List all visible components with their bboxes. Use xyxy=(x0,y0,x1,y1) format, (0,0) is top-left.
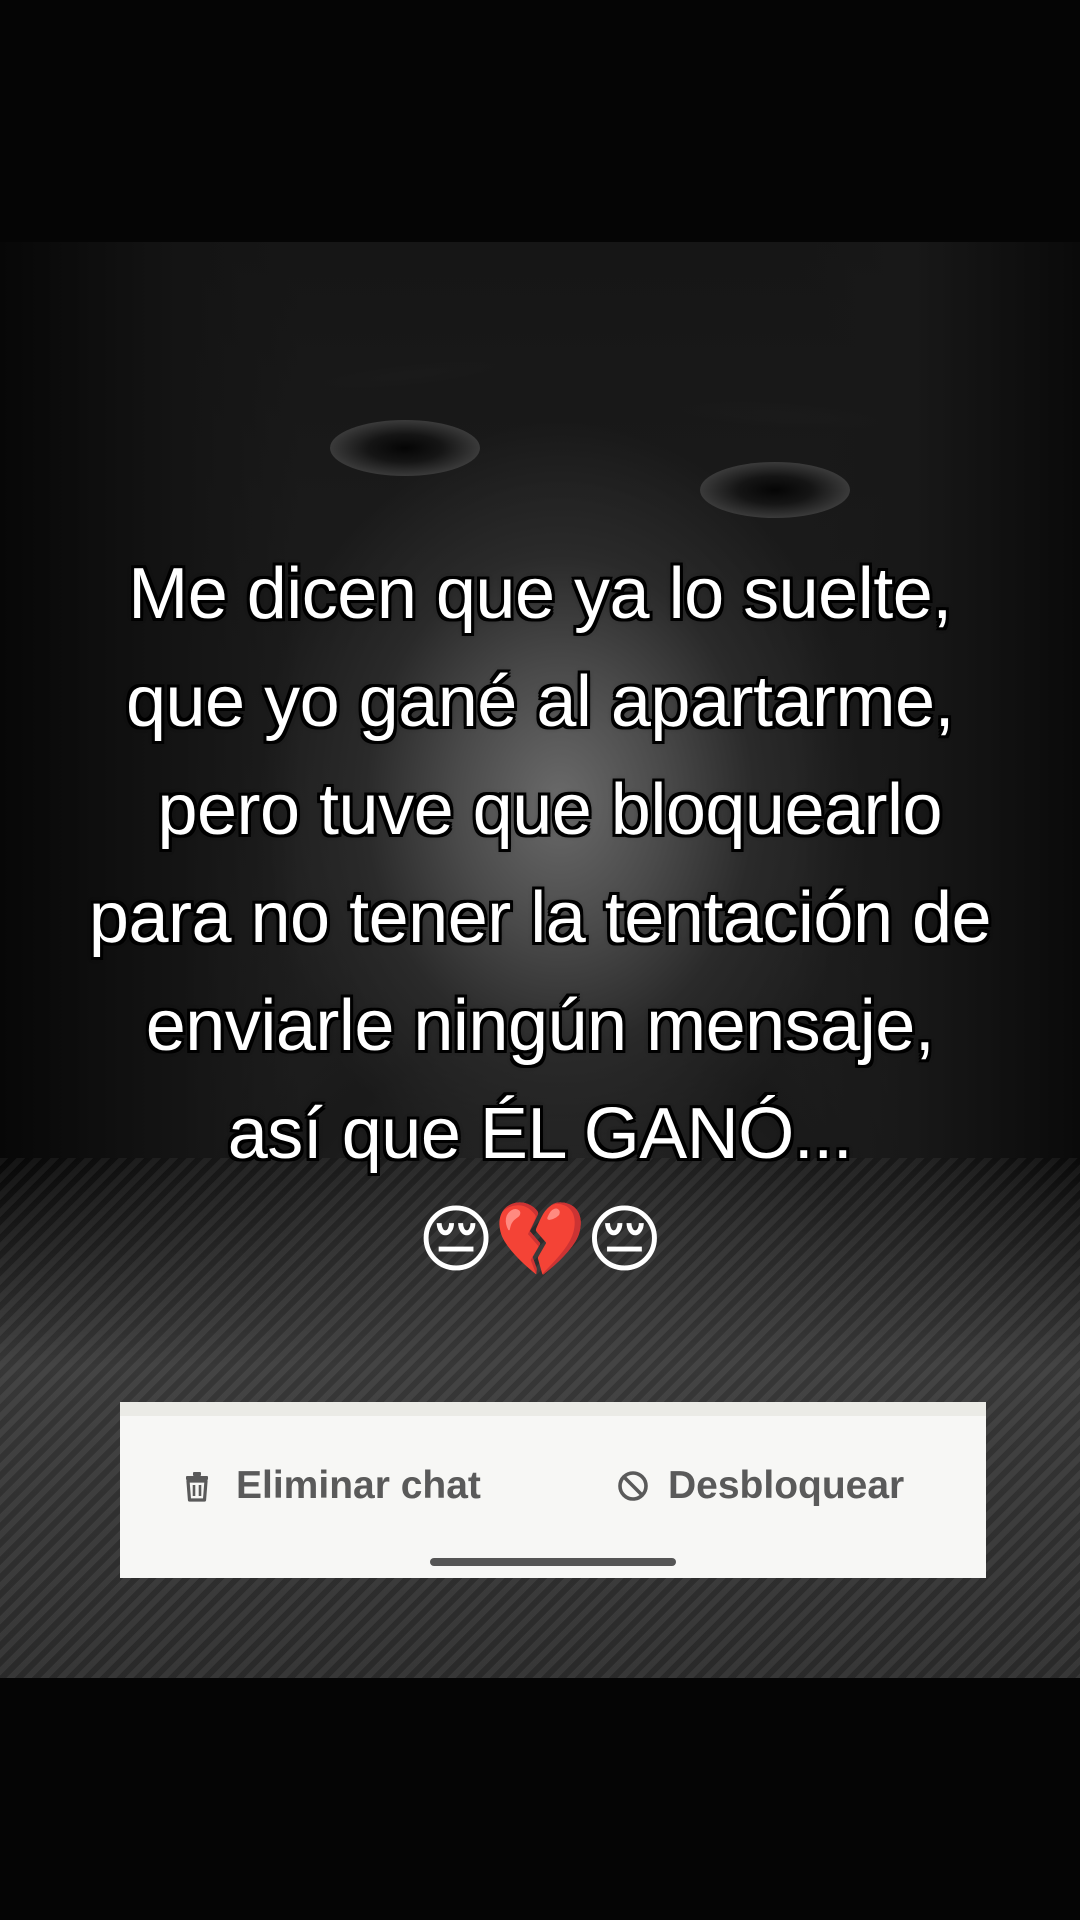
caption-line-2: que yo gané al apartarme, xyxy=(125,662,955,742)
home-indicator[interactable] xyxy=(430,1558,676,1566)
unblock-button[interactable]: Desbloquear xyxy=(616,1456,904,1516)
unblock-label: Desbloquear xyxy=(668,1464,905,1507)
caption-line-5: enviarle ningún mensaje, xyxy=(145,986,935,1066)
caption-line-4: para no tener la tentación de xyxy=(88,878,992,958)
block-icon xyxy=(616,1469,650,1503)
eyebrow-left xyxy=(299,350,521,400)
delete-chat-label: Eliminar chat xyxy=(236,1464,481,1507)
caption-line-6: así que ÉL GANÓ... xyxy=(227,1094,853,1174)
eye-right xyxy=(700,462,850,518)
overlay-caption: Me dicen que ya lo suelte, que yo gané a… xyxy=(0,540,1080,1290)
delete-chat-button[interactable]: Eliminar chat xyxy=(180,1456,481,1516)
blocked-contact-bar: Eliminar chat Desbloquear xyxy=(120,1402,986,1578)
blocked-actions: Eliminar chat Desbloquear xyxy=(120,1456,986,1516)
caption-line-1: Me dicen que ya lo suelte, xyxy=(128,554,952,634)
trash-icon xyxy=(180,1469,214,1503)
caption-line-3: pero tuve que bloquearlo xyxy=(137,770,943,850)
caption-emoji: 😔💔😔 xyxy=(417,1197,663,1283)
eye-left xyxy=(330,420,480,476)
video-screen: Me dicen que ya lo suelte, que yo gané a… xyxy=(0,0,1080,1920)
